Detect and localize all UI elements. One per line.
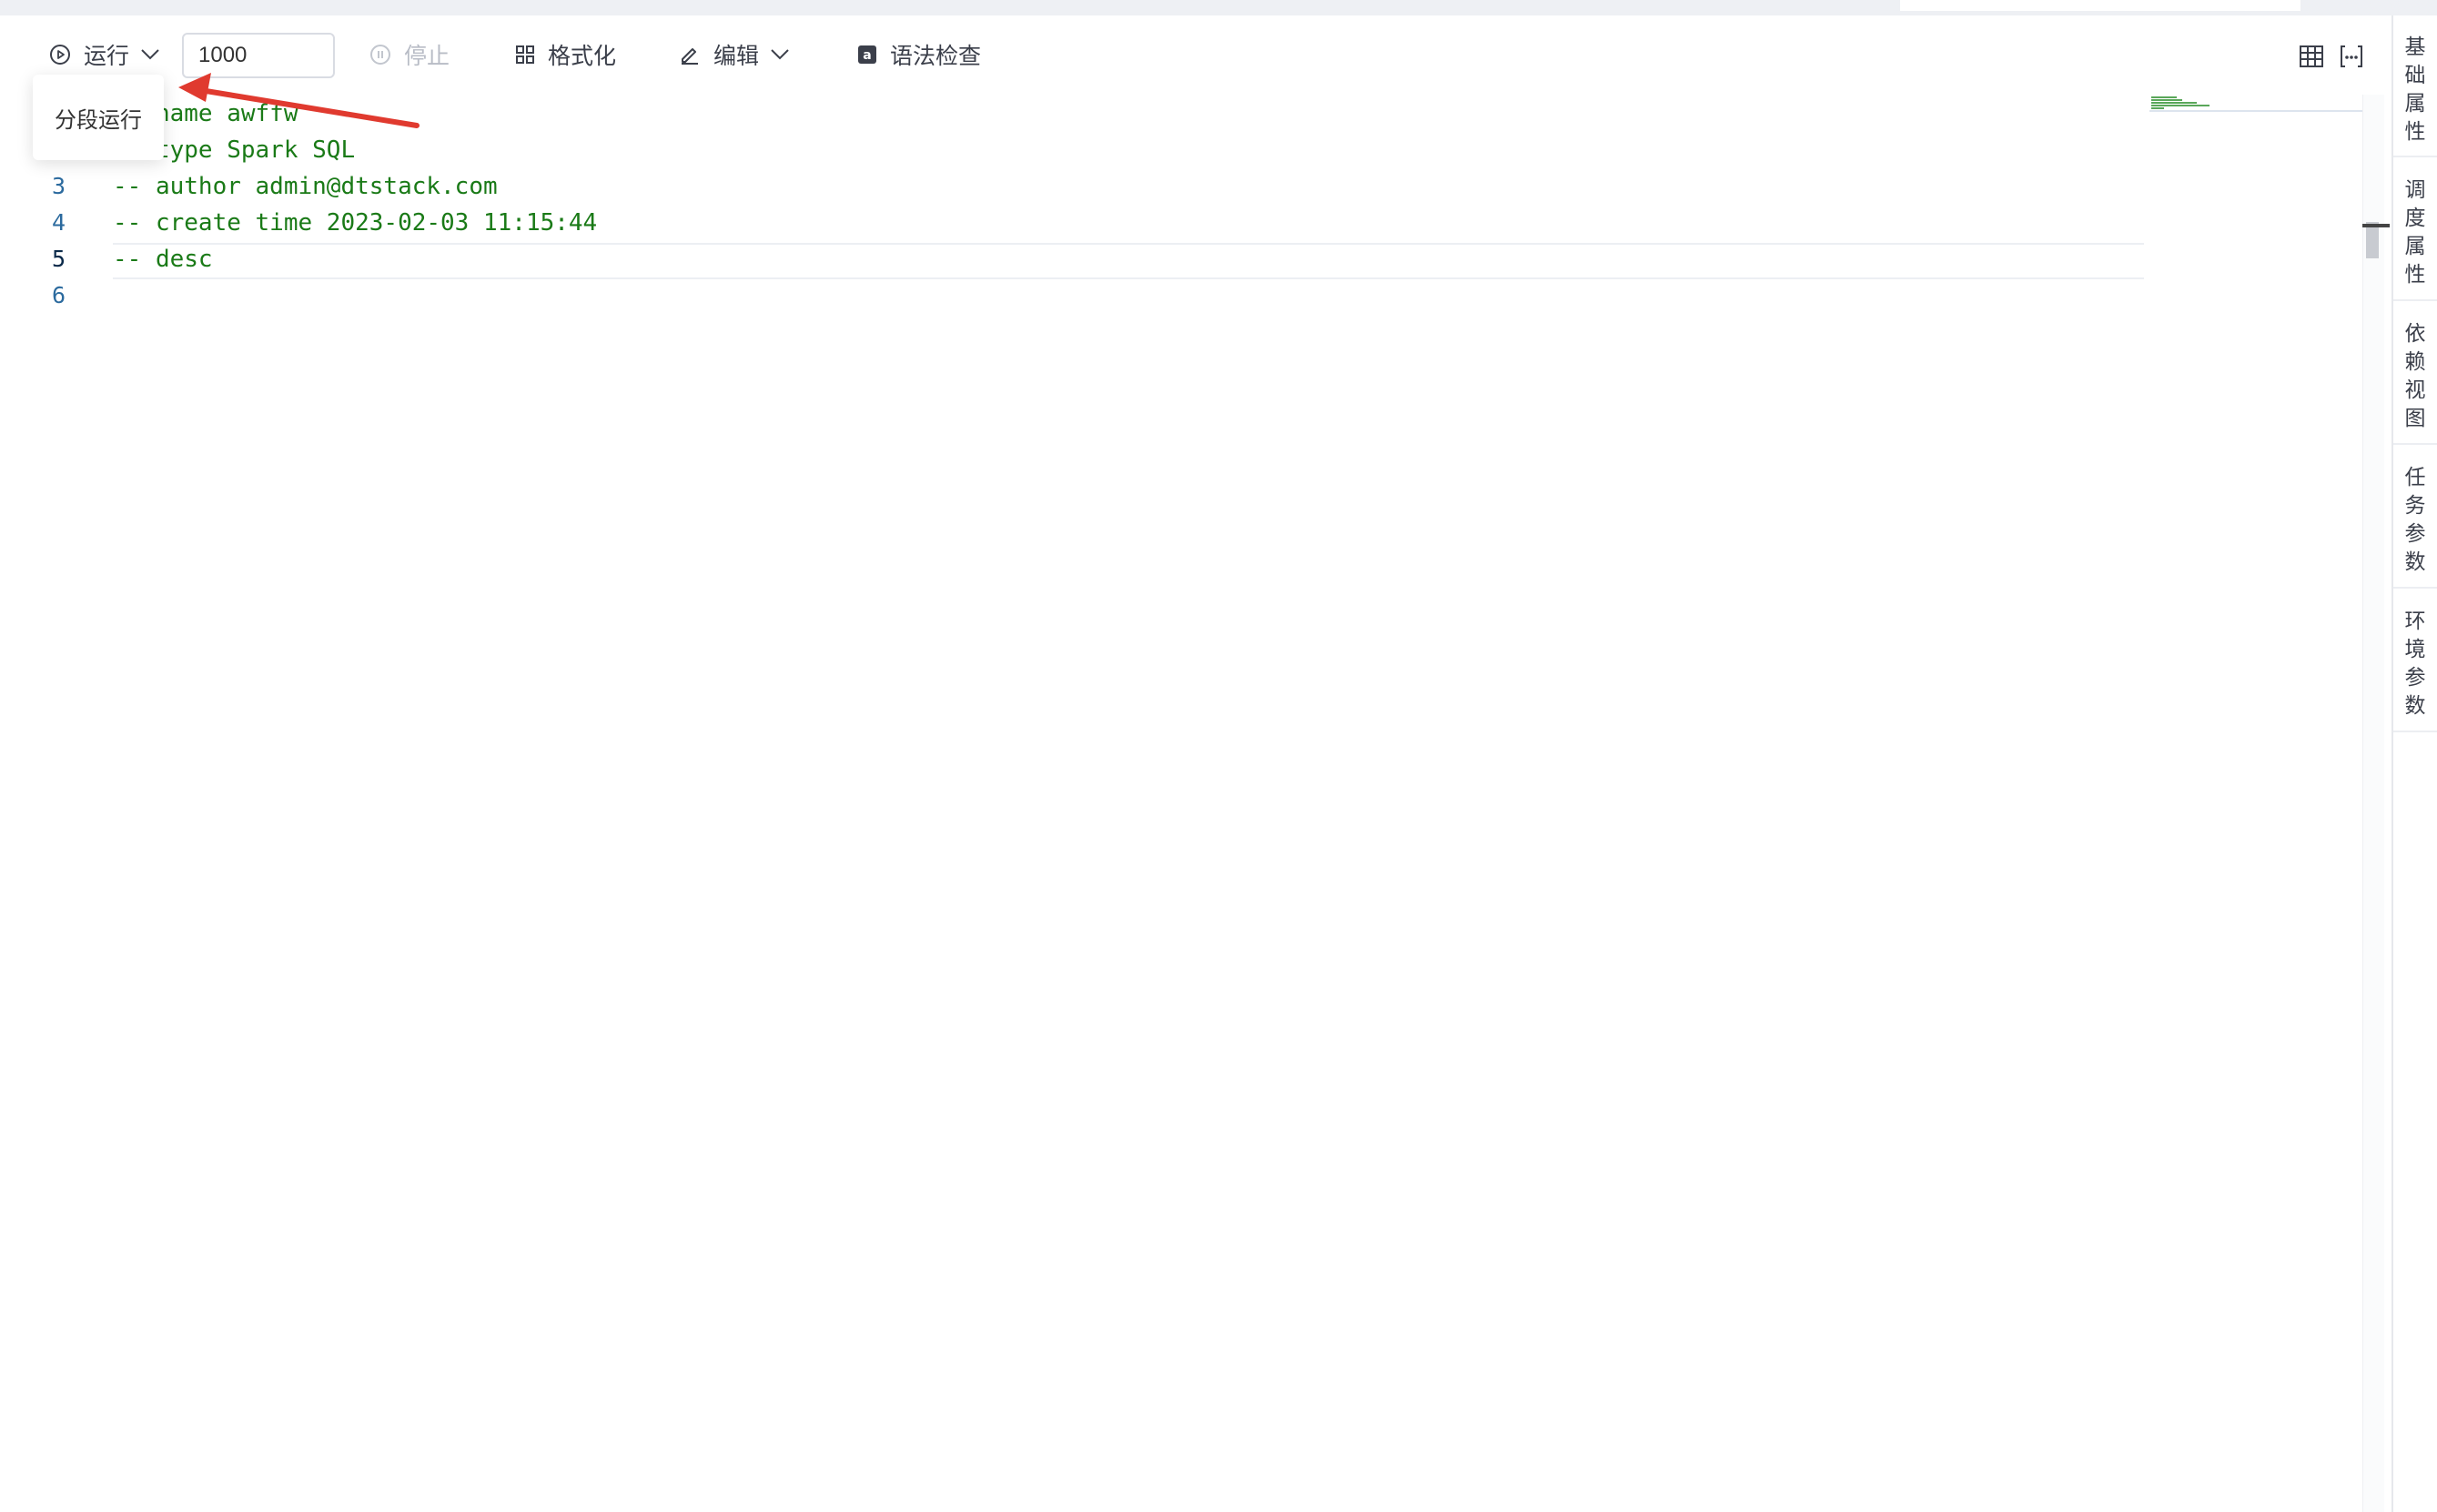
tab-char: 参 (2404, 665, 2426, 689)
tab-environment-parameters[interactable]: 环 境 参 数 (2393, 596, 2437, 732)
scrollbar-cursor-marker (2362, 224, 2390, 227)
format-label: 格式化 (548, 44, 617, 69)
tab-char: 任 (2404, 465, 2426, 489)
tab-dependency-view[interactable]: 依 赖 视 图 (2393, 308, 2437, 445)
tab-char: 参 (2404, 521, 2426, 545)
minimap-line (2151, 105, 2209, 106)
tab-schedule-properties[interactable]: 调 度 属 性 (2393, 165, 2437, 301)
line-number: 4 (51, 209, 66, 236)
pencil-icon (679, 44, 701, 66)
segmented-run-menu-item[interactable]: 分段运行 (55, 102, 142, 134)
tab-char: 依 (2404, 321, 2426, 345)
tab-char: 视 (2404, 378, 2426, 401)
line-number: 3 (51, 173, 66, 199)
minimap-line (2151, 107, 2164, 109)
right-side-panel: 基 础 属 性 调 度 属 性 依 赖 视 图 任 务 参 数 环 境 参 数 (2391, 15, 2437, 1512)
stop-button[interactable]: 停止 (369, 27, 450, 82)
edit-label: 编辑 (713, 44, 760, 69)
tab-char: 数 (2404, 693, 2426, 717)
play-circle-icon (49, 44, 71, 66)
syntax-check-label: 语法检查 (890, 44, 982, 69)
tab-char: 境 (2404, 637, 2426, 660)
top-strip-tab (1900, 0, 2300, 11)
tab-char: 数 (2404, 549, 2426, 573)
code-line: -- author admin@dtstack.com (113, 173, 498, 200)
minimap-viewport (2149, 110, 2362, 112)
tab-char: 础 (2404, 63, 2426, 86)
tab-char: 度 (2404, 206, 2426, 229)
tab-char: 性 (2404, 119, 2426, 143)
table-icon[interactable] (2295, 40, 2328, 73)
tab-char: 基 (2404, 35, 2426, 58)
code-block-icon[interactable] (2335, 40, 2368, 73)
tab-char: 环 (2404, 609, 2426, 632)
format-button[interactable]: 格式化 (515, 27, 616, 82)
tab-char: 属 (2404, 91, 2426, 115)
chevron-down-icon[interactable] (140, 48, 160, 61)
run-dropdown-menu: 分段运行 (33, 75, 164, 160)
svg-text:a: a (863, 48, 871, 63)
minimap-line (2151, 99, 2182, 101)
sql-editor[interactable]: 1 2 3 4 5 6 -- name awffw -- type Spark … (0, 95, 2148, 1505)
minimap-line (2151, 102, 2197, 104)
syntax-check-button[interactable]: a 语法检查 (857, 27, 981, 82)
code-line: -- create time 2023-02-03 11:15:44 (113, 209, 598, 237)
tab-char: 图 (2404, 406, 2426, 429)
tab-char: 调 (2404, 177, 2426, 201)
line-number: 5 (51, 246, 66, 272)
grid-icon (515, 45, 535, 65)
editor-scrollbar[interactable] (2362, 95, 2384, 1512)
tab-basic-properties[interactable]: 基 础 属 性 (2393, 23, 2437, 157)
scrollbar-thumb[interactable] (2366, 222, 2379, 258)
line-number: 6 (51, 282, 66, 308)
run-button[interactable]: 运行 (49, 27, 160, 82)
row-limit-input[interactable] (182, 33, 335, 78)
minimap[interactable] (2149, 95, 2359, 116)
current-line-highlight (113, 243, 2144, 279)
tab-char: 务 (2404, 493, 2426, 517)
tab-char: 属 (2404, 234, 2426, 257)
code-line: -- desc (113, 246, 213, 273)
editor-toolbar: 运行 停止 格式化 编辑 a 语法检查 (0, 27, 2384, 82)
stop-label: 停止 (404, 44, 450, 69)
pause-circle-icon (369, 44, 391, 66)
run-label: 运行 (84, 44, 130, 69)
tab-char: 性 (2404, 262, 2426, 286)
edit-button[interactable]: 编辑 (679, 27, 790, 82)
letter-a-icon: a (857, 45, 877, 65)
tab-task-parameters[interactable]: 任 务 参 数 (2393, 452, 2437, 589)
chevron-down-icon (770, 48, 790, 61)
tab-char: 赖 (2404, 349, 2426, 373)
minimap-line (2151, 96, 2177, 98)
